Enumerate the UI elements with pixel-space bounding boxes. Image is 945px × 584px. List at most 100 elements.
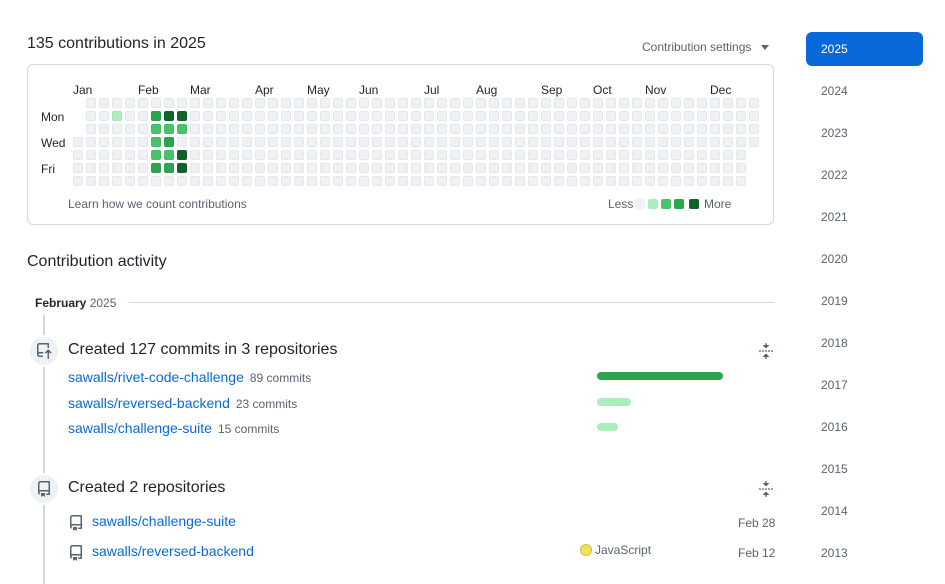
contribution-day[interactable] xyxy=(372,176,382,186)
contribution-day[interactable] xyxy=(346,111,356,121)
contribution-day[interactable] xyxy=(684,176,694,186)
contribution-day[interactable] xyxy=(177,111,187,121)
contribution-day[interactable] xyxy=(359,150,369,160)
contribution-day[interactable] xyxy=(723,150,733,160)
contribution-day[interactable] xyxy=(385,124,395,134)
contribution-day[interactable] xyxy=(528,111,538,121)
contribution-day[interactable] xyxy=(333,137,343,147)
contribution-day[interactable] xyxy=(541,163,551,173)
contribution-day[interactable] xyxy=(216,176,226,186)
contribution-day[interactable] xyxy=(138,137,148,147)
contribution-day[interactable] xyxy=(164,124,174,134)
contribution-day[interactable] xyxy=(359,137,369,147)
contribution-day[interactable] xyxy=(671,98,681,108)
contribution-day[interactable] xyxy=(658,98,668,108)
contribution-day[interactable] xyxy=(593,137,603,147)
contribution-day[interactable] xyxy=(372,137,382,147)
contribution-day[interactable] xyxy=(333,111,343,121)
contribution-day[interactable] xyxy=(476,176,486,186)
contribution-day[interactable] xyxy=(385,163,395,173)
contribution-day[interactable] xyxy=(528,150,538,160)
contribution-day[interactable] xyxy=(112,111,122,121)
contribution-day[interactable] xyxy=(346,176,356,186)
contribution-day[interactable] xyxy=(736,124,746,134)
contribution-day[interactable] xyxy=(151,176,161,186)
contribution-day[interactable] xyxy=(554,98,564,108)
contribution-day[interactable] xyxy=(450,111,460,121)
contribution-day[interactable] xyxy=(216,137,226,147)
contribution-day[interactable] xyxy=(424,163,434,173)
year-link-2014[interactable]: 2014 xyxy=(806,494,923,528)
contribution-day[interactable] xyxy=(749,124,759,134)
contribution-day[interactable] xyxy=(671,150,681,160)
contribution-day[interactable] xyxy=(541,176,551,186)
contribution-day[interactable] xyxy=(125,176,135,186)
contribution-day[interactable] xyxy=(710,111,720,121)
contribution-day[interactable] xyxy=(255,163,265,173)
contribution-day[interactable] xyxy=(697,98,707,108)
contribution-day[interactable] xyxy=(190,98,200,108)
contribution-day[interactable] xyxy=(255,150,265,160)
contribution-day[interactable] xyxy=(671,176,681,186)
contribution-day[interactable] xyxy=(411,176,421,186)
contribution-day[interactable] xyxy=(307,124,317,134)
year-link-2023[interactable]: 2023 xyxy=(806,116,923,150)
contribution-settings-button[interactable]: Contribution settings xyxy=(642,40,770,54)
contribution-day[interactable] xyxy=(606,124,616,134)
contribution-day[interactable] xyxy=(398,98,408,108)
contribution-day[interactable] xyxy=(177,98,187,108)
contribution-day[interactable] xyxy=(424,137,434,147)
contribution-day[interactable] xyxy=(346,137,356,147)
contribution-day[interactable] xyxy=(710,176,720,186)
contribution-day[interactable] xyxy=(515,163,525,173)
year-link-2018[interactable]: 2018 xyxy=(806,326,923,360)
year-link-2019[interactable]: 2019 xyxy=(806,284,923,318)
contribution-day[interactable] xyxy=(229,163,239,173)
contribution-day[interactable] xyxy=(86,150,96,160)
contribution-day[interactable] xyxy=(658,176,668,186)
year-link-2016[interactable]: 2016 xyxy=(806,410,923,444)
contribution-day[interactable] xyxy=(73,150,83,160)
contribution-day[interactable] xyxy=(684,98,694,108)
contribution-day[interactable] xyxy=(177,137,187,147)
contribution-day[interactable] xyxy=(203,150,213,160)
contribution-day[interactable] xyxy=(99,163,109,173)
contribution-day[interactable] xyxy=(268,111,278,121)
contribution-day[interactable] xyxy=(632,98,642,108)
contribution-day[interactable] xyxy=(645,124,655,134)
contribution-day[interactable] xyxy=(372,163,382,173)
year-link-2013[interactable]: 2013 xyxy=(806,536,923,570)
commit-repo-link[interactable]: sawalls/reversed-backend xyxy=(68,395,230,411)
contribution-day[interactable] xyxy=(489,176,499,186)
contribution-day[interactable] xyxy=(320,150,330,160)
contribution-day[interactable] xyxy=(580,137,590,147)
contribution-day[interactable] xyxy=(86,98,96,108)
contribution-day[interactable] xyxy=(112,163,122,173)
contribution-day[interactable] xyxy=(554,111,564,121)
contribution-day[interactable] xyxy=(515,111,525,121)
contribution-day[interactable] xyxy=(216,98,226,108)
contribution-day[interactable] xyxy=(294,98,304,108)
contribution-day[interactable] xyxy=(671,111,681,121)
contribution-day[interactable] xyxy=(320,98,330,108)
contribution-day[interactable] xyxy=(645,137,655,147)
contribution-day[interactable] xyxy=(346,98,356,108)
contribution-day[interactable] xyxy=(502,124,512,134)
contribution-day[interactable] xyxy=(333,98,343,108)
contribution-day[interactable] xyxy=(619,137,629,147)
year-link-2025[interactable]: 2025 xyxy=(806,32,923,66)
contribution-day[interactable] xyxy=(567,163,577,173)
contribution-day[interactable] xyxy=(632,150,642,160)
contribution-day[interactable] xyxy=(723,137,733,147)
contribution-day[interactable] xyxy=(580,163,590,173)
contribution-day[interactable] xyxy=(580,124,590,134)
contribution-day[interactable] xyxy=(476,137,486,147)
contribution-day[interactable] xyxy=(398,124,408,134)
contribution-day[interactable] xyxy=(398,176,408,186)
contribution-day[interactable] xyxy=(177,150,187,160)
contribution-day[interactable] xyxy=(710,150,720,160)
contribution-day[interactable] xyxy=(593,124,603,134)
contribution-day[interactable] xyxy=(99,124,109,134)
contribution-day[interactable] xyxy=(567,176,577,186)
contribution-day[interactable] xyxy=(255,137,265,147)
